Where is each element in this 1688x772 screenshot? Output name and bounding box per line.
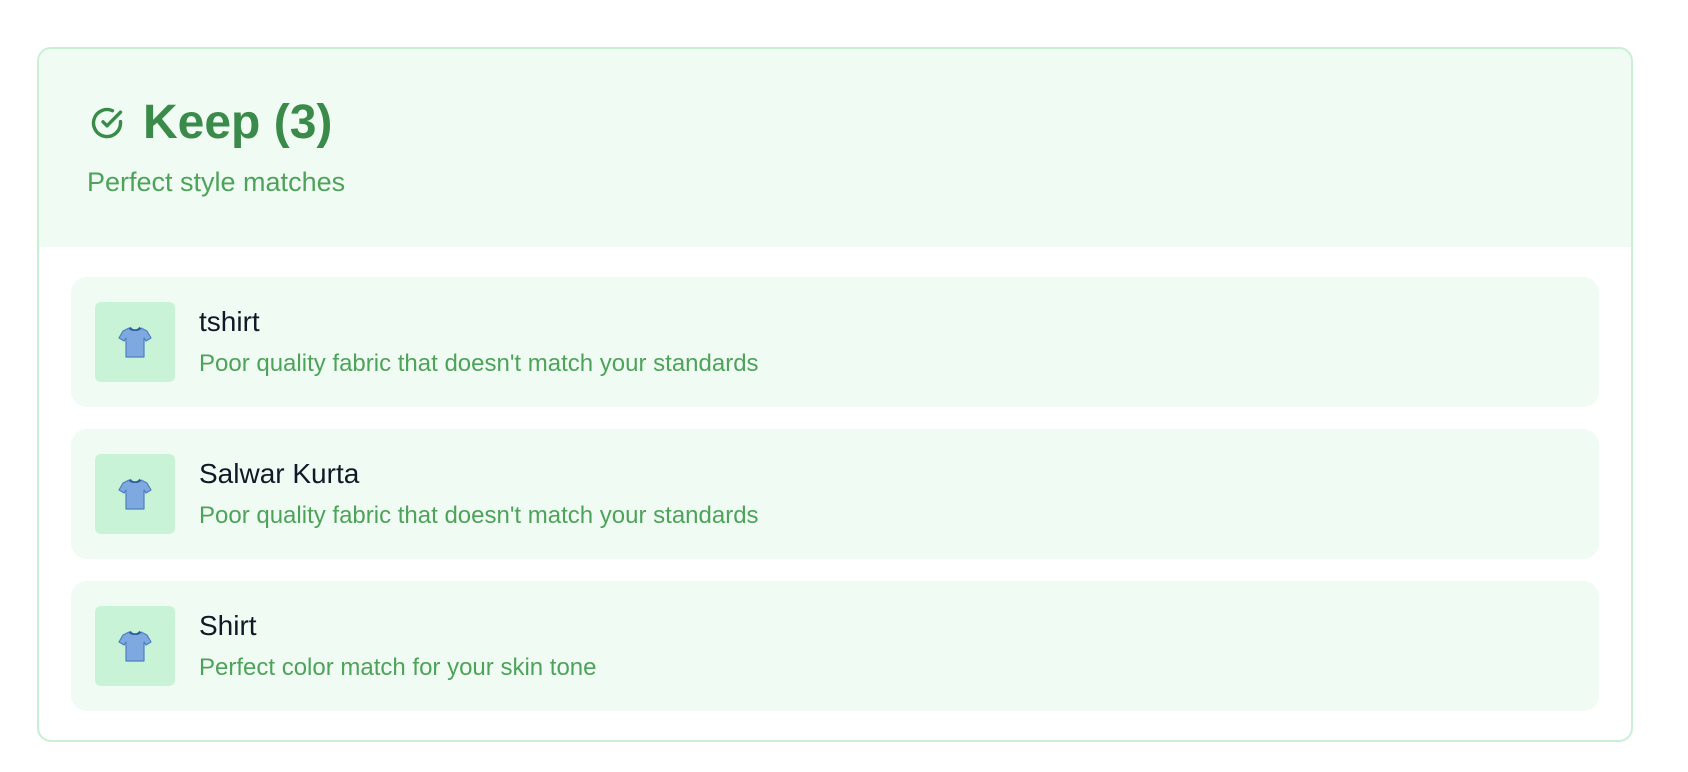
section-title: Keep (3): [143, 96, 333, 149]
item-thumbnail: [95, 454, 175, 534]
item-thumbnail: [95, 302, 175, 382]
item-text: Shirt Perfect color match for your skin …: [199, 609, 597, 683]
list-item[interactable]: Salwar Kurta Poor quality fabric that do…: [71, 429, 1599, 559]
item-list: tshirt Poor quality fabric that doesn't …: [39, 247, 1631, 711]
item-description: Perfect color match for your skin tone: [199, 654, 597, 681]
keep-section-card: Keep (3) Perfect style matches tshirt Po…: [37, 47, 1633, 742]
item-text: tshirt Poor quality fabric that doesn't …: [199, 305, 759, 379]
item-text: Salwar Kurta Poor quality fabric that do…: [199, 457, 759, 531]
tshirt-icon: [118, 327, 152, 358]
item-thumbnail: [95, 606, 175, 686]
item-name: Shirt: [199, 610, 257, 641]
item-description: Poor quality fabric that doesn't match y…: [199, 502, 759, 529]
section-subtitle: Perfect style matches: [87, 167, 346, 197]
item-description: Poor quality fabric that doesn't match y…: [199, 350, 759, 377]
item-name: Salwar Kurta: [199, 458, 360, 489]
title-row: Keep (3): [87, 95, 1631, 151]
check-circle-icon: [91, 107, 123, 139]
list-item[interactable]: Shirt Perfect color match for your skin …: [71, 581, 1599, 711]
tshirt-icon: [118, 631, 152, 662]
item-name: tshirt: [199, 306, 260, 337]
list-item[interactable]: tshirt Poor quality fabric that doesn't …: [71, 277, 1599, 407]
tshirt-icon: [118, 479, 152, 510]
keep-section-header: Keep (3) Perfect style matches: [39, 49, 1631, 247]
